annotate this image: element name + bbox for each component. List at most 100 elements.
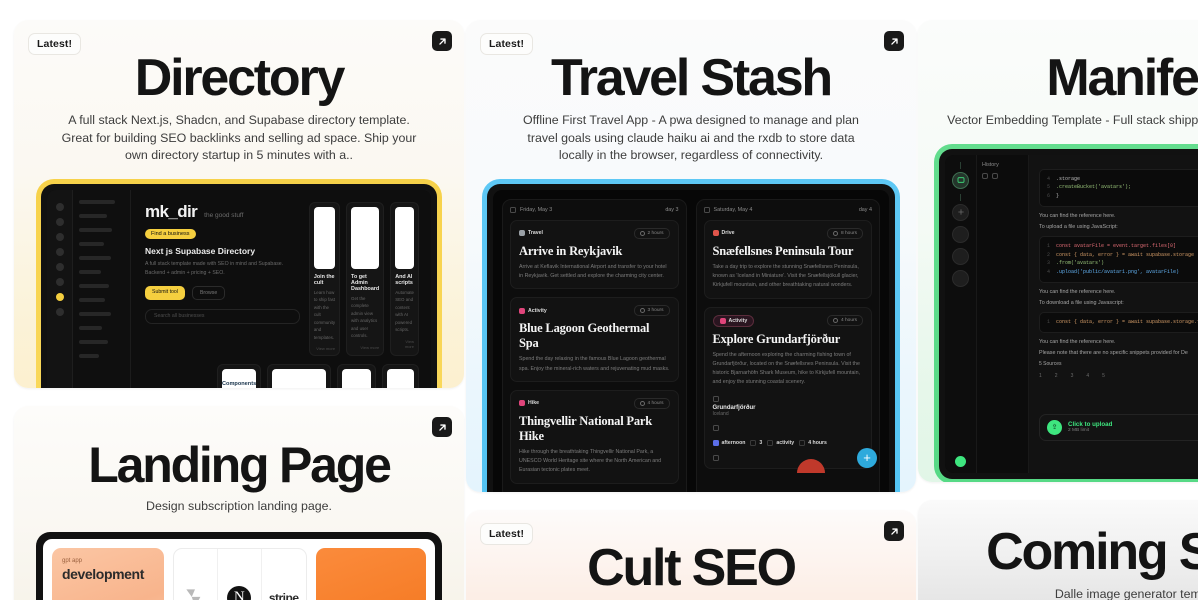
assistant-note: You can find the reference here. xyxy=(1039,338,1116,345)
redo-label[interactable]: redo xyxy=(1039,401,1198,406)
itinerary-item[interactable]: Activity 3 hours Blue Lagoon Geothermal … xyxy=(510,297,679,382)
slack-icon xyxy=(174,548,218,600)
clock-icon xyxy=(833,318,838,324)
preview-mini-card: And AI scripts Automate SEO and content … xyxy=(390,201,419,357)
preview-mini-card: To get Admin Dashboard Get the complete … xyxy=(346,201,385,357)
nextjs-icon: N xyxy=(218,548,262,600)
time-icon xyxy=(712,439,719,446)
map-pin-icon xyxy=(712,395,719,402)
page-number[interactable]: 2 xyxy=(1055,373,1058,379)
itinerary-item[interactable]: Activity 4 hours Explore Grundarfjörður … xyxy=(703,306,872,469)
pagination[interactable]: 1 2 3 4 5 xyxy=(1039,373,1198,379)
add-button[interactable]: + xyxy=(857,447,877,468)
mini-card-body: Get the complete admin view with analyti… xyxy=(351,295,378,339)
item-tag: Travel xyxy=(528,230,543,237)
history-label: History xyxy=(982,161,999,168)
code-block-bottom: 1 const { data, error } = await supabase.… xyxy=(1039,311,1198,333)
item-hours: 4 hours xyxy=(647,400,664,406)
mini-card-footer: View more xyxy=(360,344,380,350)
arrow-up-right-icon[interactable] xyxy=(884,31,904,51)
rail-dot-active xyxy=(55,292,64,301)
preview-button-browse: Browse xyxy=(191,285,226,300)
landing-page-preview: gpt app development N stripe xyxy=(36,531,442,600)
item-body: Take a day trip to explore the stunning … xyxy=(712,263,859,289)
template-card-travel-stash[interactable]: Latest! Travel Stash Offline First Trave… xyxy=(466,20,916,492)
manifest-preview: History 4 .storage 5 .createBucket('avatar… xyxy=(934,143,1198,482)
preview-hero-tile: gpt app development xyxy=(52,547,165,600)
preview-mini-card: The League of Moveable Type The League o… xyxy=(382,364,419,388)
upload-dropzone[interactable]: ⇪ Click to upload 2 MB limit xyxy=(1039,413,1198,441)
calendar-icon xyxy=(510,206,516,213)
template-card-directory[interactable]: Latest! Directory A full stack Next.js, … xyxy=(14,20,464,388)
thumbnail-line: Relaate xyxy=(344,375,369,385)
preview-heading: development xyxy=(62,565,144,582)
directory-screenshot: mk_dir the good stuff Find a business Ne… xyxy=(47,189,431,388)
landing-page-screenshot: gpt app development N stripe xyxy=(43,538,435,600)
rail-dot xyxy=(55,217,64,226)
thumbnail: Relaate Relaate Relaate MULTI xyxy=(341,369,372,388)
flow-node xyxy=(952,269,969,287)
item-title: Blue Lagoon Geothermal Spa xyxy=(519,321,650,351)
itinerary-column: Saturday, May 4 day 4 Drive 8 hours Snæf… xyxy=(695,198,880,492)
page-title: Coming Soon xyxy=(986,523,1198,581)
upload-subtitle: 2 MB limit xyxy=(1068,428,1090,434)
tag-icon xyxy=(712,230,719,237)
clock-icon xyxy=(639,308,645,314)
rail-dot xyxy=(55,247,64,256)
tag-icon xyxy=(519,400,525,407)
itinerary-item[interactable]: Travel 2 hours Arrive in Reykjavik Arriv… xyxy=(510,219,679,290)
item-title: Explore Grundarfjörður xyxy=(712,331,841,346)
status-dot xyxy=(955,455,966,467)
rail-dot xyxy=(55,307,64,316)
assistant-note: You can find the reference here. xyxy=(1039,288,1116,295)
column-date: Saturday, May 4 xyxy=(713,206,753,213)
rail-dot xyxy=(55,202,64,211)
rail-dot xyxy=(55,277,64,286)
template-card-coming-soon[interactable]: Coming Soon Dalle image generator templa… xyxy=(918,500,1198,600)
page-title: Cult SEO xyxy=(587,539,797,597)
column-header: Saturday, May 4 day 4 xyxy=(703,206,872,213)
assistant-note: To upload a file using JavaScript: xyxy=(1039,223,1118,230)
arrow-up-right-icon[interactable] xyxy=(432,417,452,437)
item-hours: 3 hours xyxy=(647,308,664,314)
item-place-country: Iceland xyxy=(712,410,729,417)
app-logo-sub: the good stuff xyxy=(204,211,244,219)
count-icon xyxy=(750,439,757,446)
page-title: Directory xyxy=(134,49,346,107)
card-description: Design subscription landing page. xyxy=(146,499,332,513)
mini-card-footer: View more xyxy=(404,338,414,349)
page-number[interactable]: 1 xyxy=(1039,373,1042,379)
mini-card-title: To get Admin Dashboard xyxy=(351,273,380,292)
page-title: Landing Page xyxy=(88,437,392,493)
page-title: Manifest xyxy=(1046,49,1198,107)
page-number[interactable]: 5 xyxy=(1102,373,1105,379)
arrow-up-right-icon[interactable] xyxy=(432,31,452,51)
duration-icon xyxy=(799,439,806,446)
thumbnail: The League of Moveable Type xyxy=(387,369,414,388)
preview-card-row-1: Join the cult Learn how to ship fast wit… xyxy=(308,201,419,357)
travel-stash-screenshot: Friday, May 3 day 3 Travel 2 hours Arriv… xyxy=(493,189,889,492)
arrow-up-right-icon[interactable] xyxy=(884,521,904,541)
itinerary-column: Friday, May 3 day 3 Travel 2 hours Arriv… xyxy=(502,198,687,492)
thumbnail-line: Relaate xyxy=(345,385,369,388)
preview-search-input: Search all businesses xyxy=(145,308,300,324)
column-1: Latest! Directory A full stack Next.js, … xyxy=(14,20,464,600)
template-card-landing-page[interactable]: Landing Page Design subscription landing… xyxy=(14,406,464,600)
page-title: Travel Stash xyxy=(551,49,833,107)
code-block-top: 4 .storage 5 .createBucket('avatars'); 6} xyxy=(1039,168,1198,207)
template-card-manifest[interactable]: Manifest Vector Embedding Template - Ful… xyxy=(918,20,1198,482)
page-number[interactable]: 3 xyxy=(1071,373,1074,379)
manifest-screenshot: History 4 .storage 5 .createBucket('avatar… xyxy=(945,154,1198,473)
item-hours: 4 hours xyxy=(841,318,857,324)
clock-icon xyxy=(639,400,645,406)
toolbar: ⧉ ⌕ 🗑 xyxy=(1039,387,1198,398)
column-3: Manifest Vector Embedding Template - Ful… xyxy=(918,20,1198,600)
template-card-cult-seo[interactable]: Latest! Cult SEO Crawl websites, SEO gra… xyxy=(466,510,916,600)
itinerary-item[interactable]: Hike 4 hours Thingvellir National Park H… xyxy=(510,389,679,484)
flow-rail xyxy=(945,154,977,473)
trash-icon xyxy=(992,172,998,179)
page-number[interactable]: 4 xyxy=(1086,373,1089,379)
rail-dot xyxy=(55,262,64,271)
itinerary-item[interactable]: Drive 8 hours Snæfellsnes Peninsula Tour… xyxy=(703,219,872,299)
app-logo: mk_dir xyxy=(145,201,198,221)
